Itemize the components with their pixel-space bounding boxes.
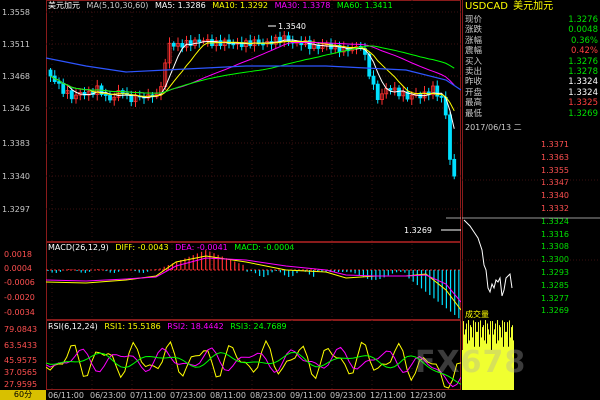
candle-body [371, 75, 376, 85]
quote-row: 最低 1.3269 [463, 109, 600, 120]
y-label: 63.5433 [4, 341, 38, 350]
quote-row: 昨收 1.3324 [463, 77, 600, 88]
watermark: FX678 [415, 345, 527, 380]
y-label: 1.3426 [2, 104, 30, 113]
quote-row: 最高 1.3325 [463, 98, 600, 109]
quote-row-value: 0.42% [570, 46, 598, 57]
period-label[interactable]: 60分 [0, 390, 46, 400]
quote-row: 涨幅 0.36% [463, 36, 600, 47]
candle-body [69, 90, 74, 100]
y-label: 37.0565 [4, 368, 38, 377]
quote-row-label: 买入 [465, 56, 483, 67]
candle-body [375, 83, 380, 100]
x-label: 07/23:00 [170, 391, 206, 400]
candle-body [388, 88, 393, 91]
x-label: 08/23:00 [250, 391, 286, 400]
candle-body [448, 114, 452, 160]
quote-row-value: 1.3324 [568, 77, 598, 88]
candle-body [367, 53, 372, 77]
quote-row-value: 0.0048 [568, 25, 598, 36]
x-label: 06/11:00 [48, 391, 84, 400]
rsi3-line [46, 351, 461, 385]
x-label: 09/11:00 [290, 391, 326, 400]
x-label: 06/23:00 [90, 391, 126, 400]
quote-code: USDCAD [465, 1, 508, 12]
quote-row: 买入 1.3276 [463, 57, 600, 68]
chart-canvas[interactable]: 1.3540 1.3269 [46, 0, 461, 390]
quote-header: USDCAD 美元加元 [463, 0, 600, 14]
y-label: -0.0034 [4, 308, 35, 317]
y-label: 1.3511 [2, 40, 30, 49]
quote-row-value: 1.3276 [568, 15, 598, 25]
quote-row-value: 1.3278 [568, 67, 598, 77]
candle-body [61, 82, 66, 94]
quote-row-value: 1.3269 [568, 108, 598, 119]
low-marker: 1.3269 [404, 226, 432, 235]
candle-body [261, 43, 265, 46]
quote-row-value: 0.36% [570, 35, 598, 46]
quote-row: 开盘 1.3324 [463, 88, 600, 99]
quote-row-label: 震幅 [465, 46, 483, 57]
candle-body [286, 35, 291, 42]
candle-body [108, 94, 112, 101]
quote-row: 涨跌 0.0048 [463, 25, 600, 36]
quote-row: 卖出 1.3278 [463, 67, 600, 78]
y-label: 27.9595 [4, 380, 38, 389]
x-label: 08/11:00 [210, 391, 246, 400]
x-label: 12/11:00 [370, 391, 406, 400]
macd-diff-line [46, 255, 461, 311]
quote-row-value: 1.3276 [568, 56, 598, 67]
quote-row-label: 涨跌 [465, 25, 483, 36]
y-label: -0.0020 [4, 293, 35, 302]
high-marker: 1.3540 [278, 22, 306, 31]
quote-row: 现价 1.3276 [463, 15, 600, 26]
y-label: 1.3297 [2, 205, 30, 214]
quote-row-label: 最高 [465, 98, 483, 109]
x-label: 09/23:00 [330, 391, 366, 400]
y-label: -0.0006 [4, 278, 35, 287]
y-label: 1.3468 [2, 72, 30, 81]
quote-row-value: 1.3325 [568, 98, 598, 109]
quote-panel: USDCAD 美元加元 现价 1.3276 涨跌 0.0048 涨幅 0.36% 震幅 0.4… [462, 0, 600, 120]
y-label: 79.0843 [4, 325, 38, 334]
candle-body [452, 158, 457, 177]
y-label: 45.9575 [4, 356, 38, 365]
x-label: 07/11:00 [130, 391, 166, 400]
candle-body [231, 43, 236, 46]
y-label: 0.0004 [4, 264, 32, 273]
candle-body [197, 39, 202, 43]
y-label: 1.3558 [2, 8, 30, 17]
y-label: 1.3383 [2, 139, 30, 148]
candle-body [103, 94, 108, 96]
quote-row-value: 1.3324 [568, 87, 598, 98]
quote-row-label: 昨收 [465, 77, 483, 88]
quote-name: 美元加元 [513, 1, 554, 12]
candle-body [439, 95, 444, 98]
x-label: 12/23:00 [410, 391, 446, 400]
intraday-price-line [463, 219, 513, 297]
candle-body [48, 69, 53, 77]
y-label: 1.3340 [2, 172, 30, 181]
macd-dea-line [46, 257, 461, 303]
quote-row-label: 最低 [465, 108, 483, 119]
candle-body [180, 43, 185, 48]
candle-body [171, 42, 176, 47]
rsi1-line [46, 339, 461, 389]
candle-body [57, 81, 61, 84]
quote-row: 震幅 0.42% [463, 46, 600, 57]
y-label: 0.0018 [4, 250, 32, 259]
